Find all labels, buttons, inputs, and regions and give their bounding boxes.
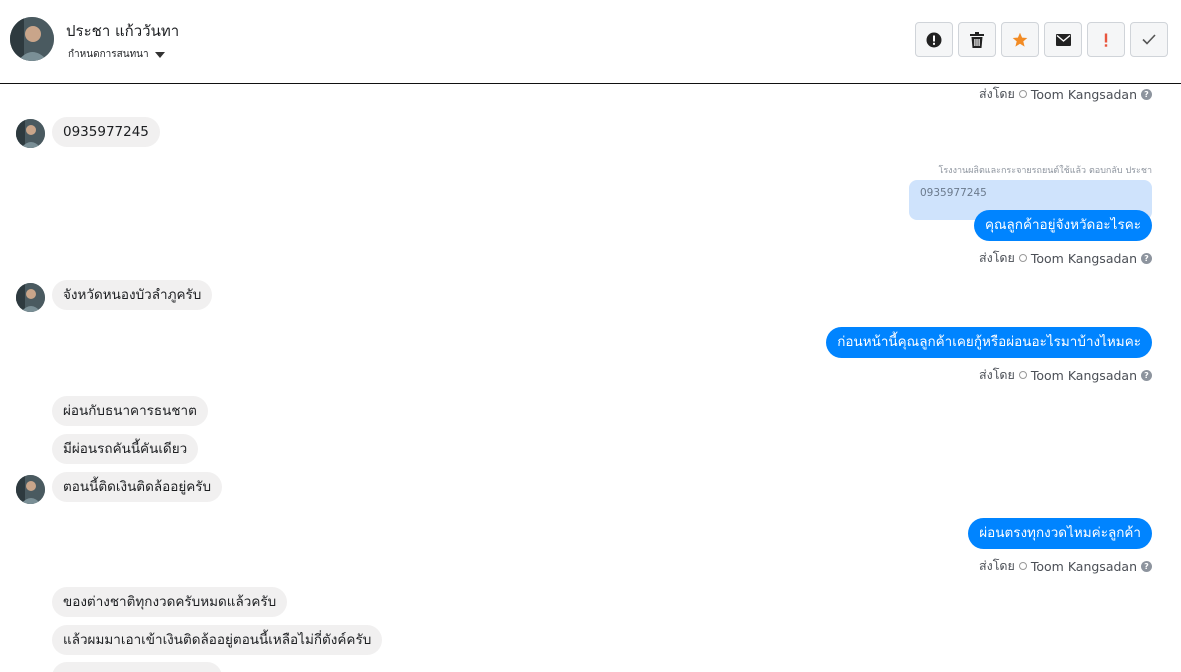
envelope-icon (1055, 33, 1071, 46)
agent-name[interactable]: Toom Kangsadan (1031, 87, 1137, 102)
help-icon[interactable]: ? (1141, 369, 1152, 381)
customer-name: ประชา แก้ววันทา (66, 22, 180, 40)
agent-dot-icon (1018, 562, 1027, 570)
message-bubble-incoming[interactable]: ตอนนี้ติดเงินติดล้ออยู่ครับ (52, 472, 223, 502)
important-button[interactable] (1087, 22, 1125, 57)
sent-by-label: ส่งโดย Toom Kangsadan ? (979, 556, 1152, 576)
agent-name[interactable]: Toom Kangsadan (1031, 559, 1137, 574)
trash-icon (970, 31, 984, 48)
sent-by-label: ส่งโดย Toom Kangsadan ? (979, 248, 1152, 268)
sent-by-label: ส่งโดย Toom Kangsadan ? (979, 84, 1152, 104)
reply-note: โรงงานผลิตและกระจายรถยนต์ใช้แล้ว ตอบกลับ… (938, 166, 1153, 176)
assign-conversation-dropdown[interactable]: กำหนดการสนทนา (68, 47, 165, 62)
conversation-header: ประชา แก้ววันทา กำหนดการสนทนา (0, 0, 1181, 84)
mail-button[interactable] (1044, 22, 1082, 57)
agent-dot-icon (1018, 90, 1027, 98)
sent-by-label: ส่งโดย Toom Kangsadan ? (979, 365, 1152, 385)
help-icon[interactable]: ? (1141, 252, 1152, 264)
message-bubble-incoming[interactable]: จังหวัดหนองบัวลำภูครับ (52, 280, 213, 310)
exclamation-circle-icon (926, 32, 942, 47)
message-thread[interactable]: ส่งโดย Toom Kangsadan ? 0935977245 โรงงา… (0, 84, 1181, 672)
star-icon (1012, 32, 1028, 47)
message-bubble-outgoing[interactable]: คุณลูกค้าอยู่จังหวัดอะไรคะ (973, 210, 1152, 241)
message-bubble-incoming-partial[interactable] (52, 662, 222, 672)
caret-down-icon (154, 51, 165, 58)
agent-name[interactable]: Toom Kangsadan (1031, 251, 1137, 266)
message-bubble-incoming[interactable]: มีผ่อนรถคันนี้คันเดียว (52, 434, 199, 464)
check-icon (1142, 34, 1156, 45)
message-bubble-incoming[interactable]: แล้วผมมาเอาเข้าเงินติดล้ออยู่ตอนนี้เหลือ… (52, 625, 383, 655)
message-bubble-incoming[interactable]: ผ่อนกับธนาคารธนชาต (52, 396, 208, 426)
exclamation-icon (1104, 33, 1108, 47)
message-bubble-outgoing[interactable]: ผ่อนตรงทุกงวดไหมค่ะลูกค้า (968, 518, 1152, 549)
help-icon[interactable]: ? (1141, 88, 1152, 100)
help-icon[interactable]: ? (1141, 560, 1152, 572)
customer-avatar-small[interactable] (16, 119, 45, 148)
message-bubble-incoming[interactable]: 0935977245 (52, 117, 160, 147)
agent-dot-icon (1018, 371, 1027, 379)
customer-avatar-small[interactable] (16, 283, 45, 312)
message-bubble-outgoing[interactable]: ก่อนหน้านี้คุณลูกค้าเคยกู้หรือผ่อนอะไรมา… (826, 327, 1152, 358)
agent-name[interactable]: Toom Kangsadan (1031, 368, 1137, 383)
delete-button[interactable] (958, 22, 996, 57)
conversation-toolbar (915, 22, 1168, 57)
assign-conversation-label: กำหนดการสนทนา (68, 49, 149, 60)
done-button[interactable] (1130, 22, 1168, 57)
customer-avatar-small[interactable] (16, 475, 45, 504)
message-bubble-incoming[interactable]: ของต่างชาติทุกงวดครับหมดแล้วครับ (52, 587, 288, 617)
star-button[interactable] (1001, 22, 1039, 57)
customer-avatar[interactable] (10, 17, 54, 61)
agent-dot-icon (1018, 254, 1027, 262)
alert-button[interactable] (915, 22, 953, 57)
